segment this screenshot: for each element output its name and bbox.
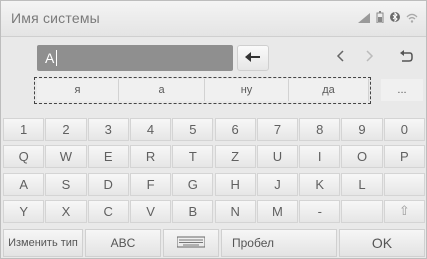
- back-button[interactable]: [389, 45, 423, 71]
- suggestion-item[interactable]: а: [119, 79, 205, 101]
- more-suggestions-button[interactable]: ...: [381, 79, 423, 101]
- cursor-right-button[interactable]: [355, 45, 385, 71]
- text-input-field[interactable]: A: [37, 45, 233, 71]
- keyboard-key[interactable]: L: [341, 172, 383, 196]
- keyboard-key[interactable]: D: [87, 172, 129, 196]
- keyboard-key[interactable]: 4: [129, 118, 172, 141]
- more-label: ...: [397, 84, 407, 96]
- keyboard-key[interactable]: X: [45, 199, 87, 223]
- keyboard-key[interactable]: W: [45, 145, 87, 169]
- keyboard-screen: Имя системы A я а ну да ... 1 2 3 4 5 6 …: [0, 0, 427, 259]
- keyboard-key[interactable]: Z: [214, 145, 256, 169]
- keyboard-key[interactable]: J: [256, 172, 299, 196]
- keyboard-key[interactable]: H: [214, 172, 256, 196]
- keyboard-key[interactable]: G: [172, 172, 214, 196]
- header-bar: Имя системы: [1, 1, 426, 37]
- suggestion-label: я: [74, 84, 81, 96]
- input-value: A: [45, 50, 55, 66]
- keyboard-key[interactable]: M: [256, 199, 299, 223]
- text-cursor: [56, 50, 58, 66]
- wifi-icon: [406, 10, 418, 28]
- cursor-left-button[interactable]: [325, 45, 355, 71]
- suggestion-item[interactable]: я: [37, 79, 119, 101]
- keyboard-key[interactable]: V: [129, 199, 172, 223]
- keyboard-key[interactable]: T: [172, 145, 214, 169]
- keyboard-key[interactable]: [341, 199, 383, 223]
- keyboard-key[interactable]: 8: [299, 118, 341, 141]
- keyboard-key[interactable]: 9: [341, 118, 383, 141]
- keyboard-layout-button[interactable]: [163, 229, 219, 257]
- keyboard-key[interactable]: 6: [214, 118, 256, 141]
- keyboard-key[interactable]: S: [45, 172, 87, 196]
- keyboard-key[interactable]: 2: [45, 118, 87, 141]
- return-icon: [399, 49, 413, 67]
- keyboard-key[interactable]: P: [383, 145, 425, 169]
- shift-key[interactable]: ⇧: [383, 199, 425, 223]
- ok-button[interactable]: OK: [339, 229, 425, 257]
- keyboard-icon: [176, 236, 206, 251]
- signal-icon: [358, 10, 370, 28]
- keyboard-key[interactable]: E: [87, 145, 129, 169]
- keyboard-key[interactable]: C: [87, 199, 129, 223]
- status-bar: [358, 11, 418, 27]
- suggestion-label: а: [158, 84, 165, 96]
- keyboard-key[interactable]: I: [299, 145, 341, 169]
- space-label: Пробел: [232, 236, 274, 250]
- bluetooth-icon: [390, 10, 400, 28]
- backspace-button[interactable]: [237, 45, 269, 71]
- ok-label: OK: [371, 235, 393, 251]
- keyboard-key[interactable]: [383, 172, 425, 196]
- backspace-arrow-icon: [245, 49, 261, 67]
- keyboard-key[interactable]: 1: [3, 118, 45, 141]
- page-title: Имя системы: [11, 10, 100, 26]
- space-button[interactable]: Пробел: [221, 229, 337, 257]
- suggestion-label: да: [322, 84, 335, 96]
- keyboard-key[interactable]: 3: [87, 118, 129, 141]
- keyboard-key[interactable]: Q: [3, 145, 45, 169]
- keyboard-key[interactable]: K: [299, 172, 341, 196]
- change-type-label: Изменить тип: [8, 237, 78, 249]
- keyboard-key[interactable]: 0: [383, 118, 425, 141]
- keyboard-key[interactable]: R: [129, 145, 172, 169]
- keyboard-key[interactable]: 7: [256, 118, 299, 141]
- keyboard-key[interactable]: 5: [172, 118, 214, 141]
- keyboard-key[interactable]: O: [341, 145, 383, 169]
- chevron-right-icon: [366, 49, 374, 67]
- battery-icon: [376, 10, 384, 28]
- suggestion-item[interactable]: ну: [205, 79, 289, 101]
- keyboard-key[interactable]: A: [3, 172, 45, 196]
- keyboard-key[interactable]: Y: [3, 199, 45, 223]
- abc-button[interactable]: ABC: [85, 229, 161, 257]
- keyboard-key[interactable]: F: [129, 172, 172, 196]
- change-type-button[interactable]: Изменить тип: [3, 229, 83, 257]
- chevron-left-icon: [336, 49, 344, 67]
- abc-label: ABC: [110, 236, 136, 250]
- keyboard-key[interactable]: N: [214, 199, 256, 223]
- keyboard-key[interactable]: U: [256, 145, 299, 169]
- suggestion-label: ну: [240, 84, 253, 96]
- keyboard-key[interactable]: -: [299, 199, 341, 223]
- suggestion-item[interactable]: да: [289, 79, 369, 101]
- keyboard-key[interactable]: B: [172, 199, 214, 223]
